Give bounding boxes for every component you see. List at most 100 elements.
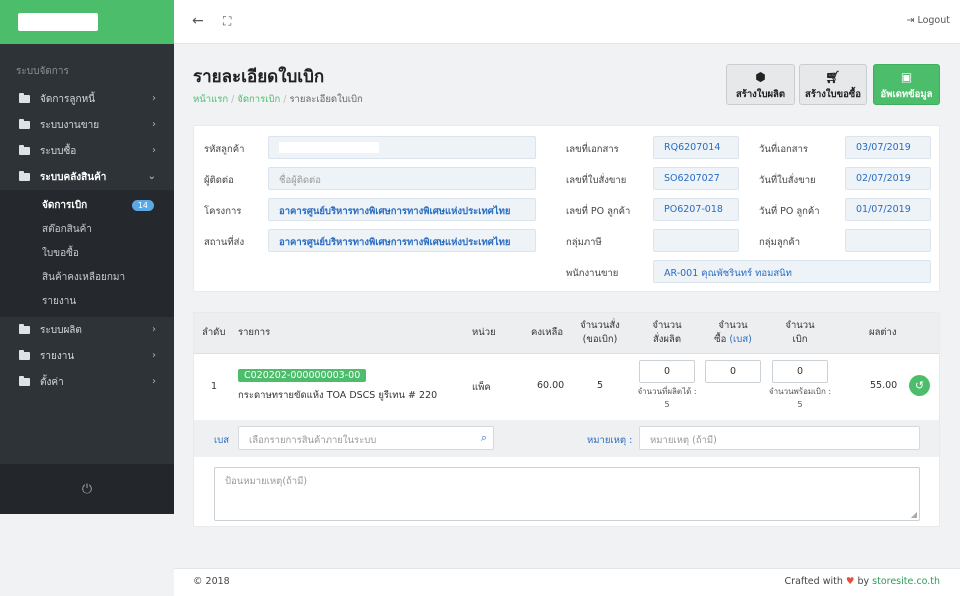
sidebar-subitem-label: จัดการเบิก <box>42 199 88 211</box>
folder-icon <box>19 324 30 334</box>
col-ordered-line: จำนวนสั่ง <box>580 320 620 331</box>
ship-to-field[interactable]: อาคารศูนย์บริหารทางพิเศษการทางพิเศษแห่งป… <box>268 229 536 252</box>
col-ordered: จำนวนสั่ง (ขอเบิก) <box>574 319 626 347</box>
folder-icon <box>19 119 30 129</box>
power-icon[interactable]: ⏻ <box>82 482 92 497</box>
create-purchase-button[interactable]: 🛒︎ สร้างใบขอซื้อ <box>799 64 867 105</box>
table-header: ลำดับ รายการ หน่วย คงเหลือ จำนวนสั่ง (ขอเ… <box>194 313 939 354</box>
arrow-left-icon[interactable]: ← <box>192 13 204 29</box>
withdraw-note-label: จำนวนพร้อมเบิก : <box>768 387 832 396</box>
withdraw-qty-input[interactable]: 0 <box>772 360 828 383</box>
nav-heading: ระบบจัดการ <box>16 66 69 77</box>
tax-group-field[interactable] <box>653 229 739 252</box>
col-no: ลำดับ <box>202 327 226 338</box>
note-textarea[interactable]: ป้อนหมายเหตุ(ถ้ามี) ◢ <box>214 467 920 521</box>
sidebar-subitem-report[interactable]: รายงาน <box>0 289 174 313</box>
count-badge: 14 <box>131 200 154 211</box>
breadcrumb-home[interactable]: หน้าแรก <box>193 94 228 105</box>
breadcrumb-separator: / <box>283 94 287 105</box>
po-date-field[interactable]: 01/07/2019 <box>845 198 931 221</box>
breadcrumb-separator: / <box>231 94 235 105</box>
row-no: 1 <box>211 381 218 392</box>
so-no-field[interactable]: SO6207027 <box>653 167 739 190</box>
tax-group-label: กลุ่มภาษี <box>566 237 602 248</box>
sidebar-subitem-label: สินค้าคงเหลือยกมา <box>42 271 126 283</box>
salesperson-field[interactable]: AR-001 คุณพัชรินทร์ ทอมสนิท <box>653 260 931 283</box>
button-label: สร้างใบขอซื้อ <box>805 89 861 100</box>
remark-input[interactable]: หมายเหตุ (ถ้ามี) <box>639 426 920 450</box>
po-no-label: เลขที่ PO ลูกค้า <box>566 206 631 217</box>
item-code-badge[interactable]: C020202-000000003-00 <box>238 369 367 382</box>
page-title: รายละเอียดใบเบิก <box>193 67 325 87</box>
sidebar-item-reports[interactable]: รายงาน › <box>0 343 174 369</box>
sidebar-item-label: ระบบผลิต <box>40 324 82 336</box>
ship-to-label: สถานที่ส่ง <box>204 237 245 248</box>
sidebar-footer: ⏻ <box>0 464 174 514</box>
col-produce-line: สั่งผลิต <box>653 334 681 345</box>
history-icon[interactable]: ↺ <box>909 375 930 396</box>
sidebar-item-label: รายงาน <box>40 350 75 362</box>
produce-note-label: จำนวนที่ผลิตได้ : <box>637 387 697 396</box>
customer-group-label: กลุ่มลูกค้า <box>759 237 801 248</box>
po-no-field[interactable]: PO6207-018 <box>653 198 739 221</box>
search-icon[interactable]: ⌕ <box>481 431 487 445</box>
product-search-input[interactable]: เลือกรายการสินค้าภายในระบบ ⌕ <box>238 426 494 450</box>
col-withdraw-line: เบิก <box>792 334 808 345</box>
product-search-placeholder: เลือกรายการสินค้าภายในระบบ <box>249 435 377 446</box>
button-label: อัพเดทข้อมูล <box>880 89 933 100</box>
sidebar-subitem-purchase-request[interactable]: ใบขอซื้อ <box>0 241 174 265</box>
doc-no-field[interactable]: RQ6207014 <box>653 136 739 159</box>
project-field[interactable]: อาคารศูนย์บริหารทางพิเศษการทางพิเศษแห่งป… <box>268 198 536 221</box>
salesperson-label: พนักงานขาย <box>566 268 619 279</box>
topbar: ← ⛶ ⇥ Logout <box>174 0 960 44</box>
folder-icon <box>19 93 30 103</box>
sidebar-item-label: ระบบคลังสินค้า <box>40 171 107 183</box>
update-button[interactable]: ▣ อัพเดทข้อมูล <box>873 64 940 105</box>
folder-icon <box>19 145 30 155</box>
sidebar-item-purchase[interactable]: ระบบซื้อ › <box>0 138 174 164</box>
sidebar-subitem-stock[interactable]: สต๊อกสินค้า <box>0 217 174 241</box>
col-produce: จำนวน สั่งผลิต <box>639 319 695 347</box>
sidebar-subitem-carried-stock[interactable]: สินค้าคงเหลือยกมา <box>0 265 174 289</box>
col-diff: ผลต่าง <box>869 327 897 338</box>
resize-handle-icon[interactable]: ◢ <box>911 510 917 519</box>
item-name: กระดาษทรายขัดแห้ง TOA DSCS ยูรีเทน # 220 <box>238 390 438 401</box>
logout-button[interactable]: ⇥ Logout <box>906 15 950 26</box>
customer-group-field[interactable] <box>845 229 931 252</box>
sidebar-item-sales[interactable]: ระบบงานขาย › <box>0 112 174 138</box>
col-buy-word: ซื้อ <box>714 334 727 345</box>
project-label: โครงการ <box>204 206 242 217</box>
fullscreen-icon[interactable]: ⛶ <box>223 14 231 29</box>
col-buy: จำนวน ซื้อ (เบส) <box>705 319 761 347</box>
heart-icon: ♥ <box>845 576 855 587</box>
col-item: รายการ <box>238 327 271 338</box>
sidebar-item-warehouse[interactable]: ระบบคลังสินค้า ⌄ <box>0 164 174 190</box>
chevron-right-icon: › <box>152 119 156 130</box>
col-withdraw-line: จำนวน <box>785 320 815 331</box>
sidebar-submenu: จัดการเบิก 14 สต๊อกสินค้า ใบขอซื้อ สินค้… <box>0 190 174 317</box>
sidebar-item-settings[interactable]: ตั้งค่า › <box>0 369 174 395</box>
sidebar-subitem-withdraw[interactable]: จัดการเบิก 14 <box>0 193 174 217</box>
buy-qty-input[interactable]: 0 <box>705 360 761 383</box>
breadcrumb-withdraw[interactable]: จัดการเบิก <box>237 94 280 105</box>
chevron-right-icon: › <box>152 324 156 335</box>
sidebar-item-debtors[interactable]: จัดการลูกหนี้ › <box>0 86 174 112</box>
po-date-label: วันที่ PO ลูกค้า <box>759 206 820 217</box>
contact-field[interactable]: ชื่อผู้ติดต่อ <box>268 167 536 190</box>
produce-qty-input[interactable]: 0 <box>639 360 695 383</box>
logo[interactable] <box>18 13 98 31</box>
so-date-field[interactable]: 02/07/2019 <box>845 167 931 190</box>
site-link[interactable]: storesite.co.th <box>872 576 940 587</box>
create-production-button[interactable]: ⬢ สร้างใบผลิต <box>726 64 795 105</box>
base-label: เบส <box>214 435 230 446</box>
col-buy-line: ซื้อ (เบส) <box>705 333 761 347</box>
by-label: by <box>857 576 870 587</box>
folder-icon <box>19 350 30 360</box>
sidebar-item-production[interactable]: ระบบผลิต › <box>0 317 174 343</box>
logout-icon: ⇥ <box>906 15 915 26</box>
doc-date-field[interactable]: 03/07/2019 <box>845 136 931 159</box>
document-info-panel: รหัสลูกค้า ผู้ติดต่อ ชื่อผู้ติดต่อ โครงก… <box>193 125 940 292</box>
crafted-text: Crafted with ♥ by storesite.co.th <box>785 576 940 587</box>
customer-code-field[interactable] <box>268 136 536 159</box>
redacted-value <box>279 142 379 153</box>
